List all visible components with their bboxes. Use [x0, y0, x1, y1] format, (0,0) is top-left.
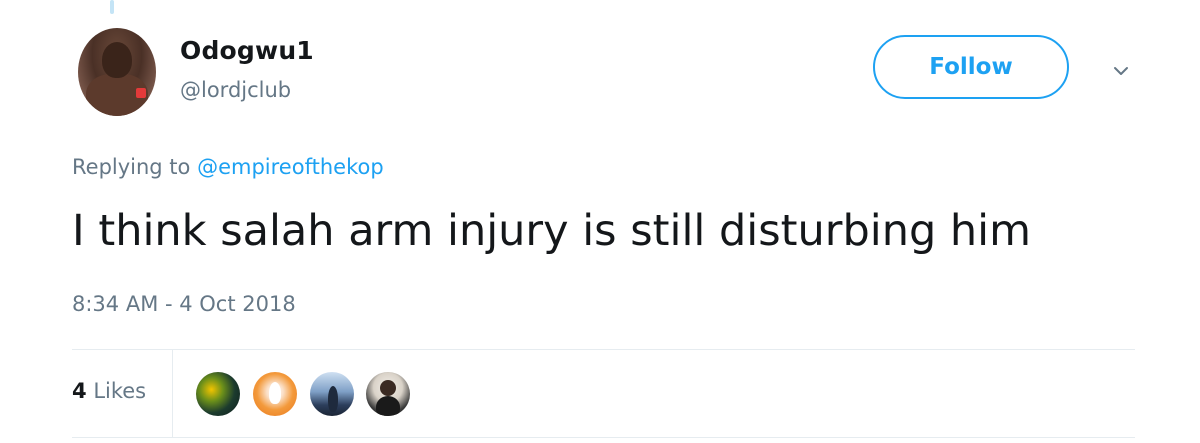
follow-button[interactable]: Follow	[873, 35, 1069, 99]
likes-label: Likes	[93, 379, 147, 403]
replying-to-prefix: Replying to	[72, 155, 191, 179]
author-display-name[interactable]: Odogwu1	[180, 36, 314, 65]
stats-vertical-divider	[172, 349, 173, 437]
likes-count-link[interactable]: 4 Likes	[72, 379, 146, 403]
tweet-timestamp[interactable]: 8:34 AM - 4 Oct 2018	[72, 292, 296, 316]
liker-avatar[interactable]	[196, 372, 240, 416]
liker-avatar[interactable]	[310, 372, 354, 416]
stats-divider-top	[72, 349, 1135, 350]
avatar-detail-shape	[136, 88, 146, 98]
avatar[interactable]	[78, 28, 156, 116]
stats-divider-bottom	[72, 437, 1135, 438]
author-handle[interactable]: @lordjclub	[180, 78, 291, 102]
liker-avatar[interactable]	[366, 372, 410, 416]
liker-avatar-figure-shape	[380, 380, 396, 396]
replying-to-mention-link[interactable]: @empireofthekop	[197, 155, 384, 179]
liker-avatar-figure-shape	[376, 396, 400, 416]
liker-avatar-figure-shape	[328, 386, 338, 412]
likes-count: 4	[72, 379, 87, 403]
liker-avatar-figure-shape	[269, 382, 281, 404]
tweet-text: I think salah arm injury is still distur…	[72, 206, 1031, 256]
chevron-down-icon[interactable]	[1113, 63, 1129, 79]
liker-avatar[interactable]	[253, 372, 297, 416]
avatar-face-shape	[102, 42, 132, 78]
thread-connector-line	[110, 0, 114, 14]
follow-button-label: Follow	[929, 54, 1013, 80]
replying-to-line: Replying to @empireofthekop	[72, 155, 384, 179]
